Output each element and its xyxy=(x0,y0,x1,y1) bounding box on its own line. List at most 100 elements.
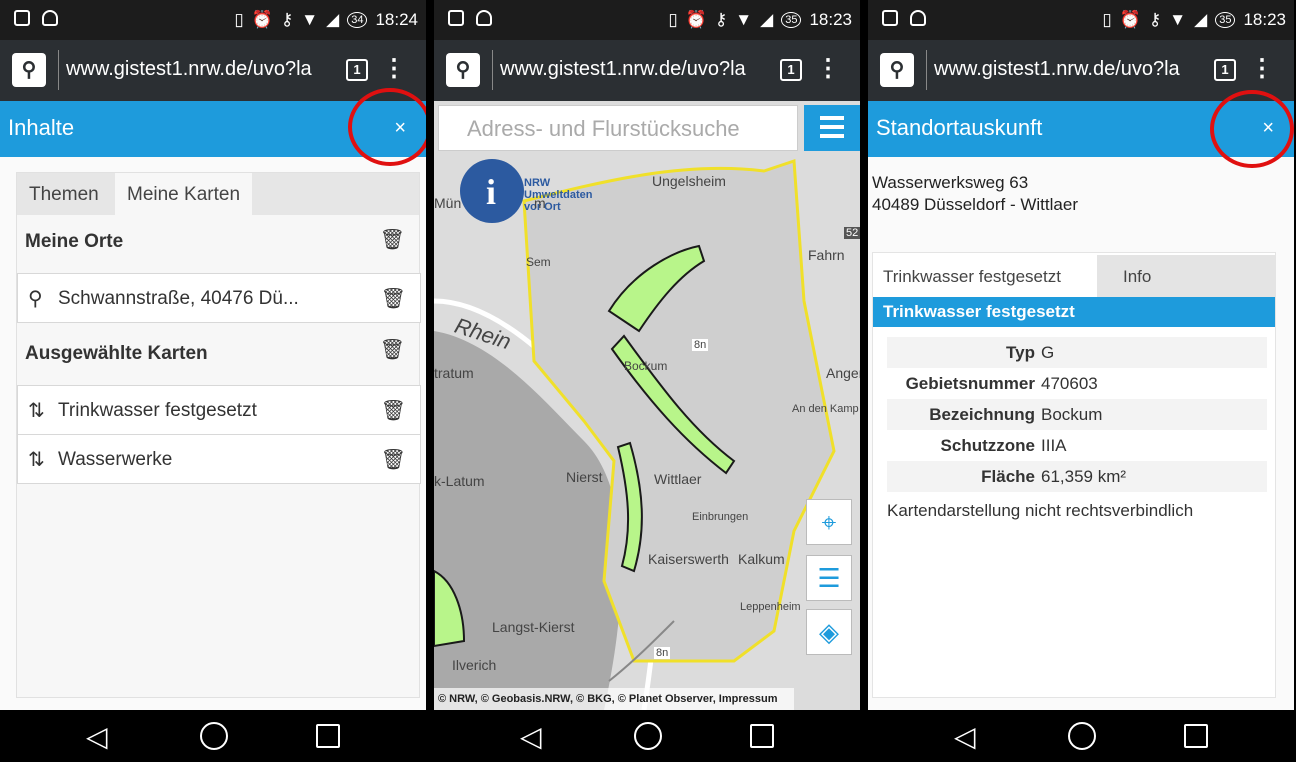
divider xyxy=(926,50,927,90)
recents-icon[interactable] xyxy=(1184,724,1208,748)
back-icon[interactable]: ◁ xyxy=(520,720,542,753)
home-icon[interactable] xyxy=(200,722,228,750)
map-attribution[interactable]: © NRW, © Geobasis.NRW, © BKG, © Planet O… xyxy=(434,688,794,710)
image-notification-icon xyxy=(14,10,30,26)
attr-key: Bezeichnung xyxy=(929,405,1035,424)
site-pin-icon[interactable]: ⚲ xyxy=(880,53,914,87)
tab-meine-karten[interactable]: Meine Karten xyxy=(115,173,253,215)
attr-value: Bockum xyxy=(1041,405,1103,424)
table-row: Schutzzone IIIA xyxy=(887,430,1267,461)
back-icon[interactable]: ◁ xyxy=(954,720,976,753)
overflow-menu-icon[interactable]: ⋮ xyxy=(382,54,406,83)
back-icon[interactable]: ◁ xyxy=(86,720,108,753)
list-item[interactable]: ⇅ Trinkwasser festgesetzt 🗑 xyxy=(17,385,421,435)
attr-key: Typ xyxy=(1006,343,1035,362)
browser-toolbar: ⚲ www.gistest1.nrw.de/uvo?la 1 ⋮ xyxy=(0,40,426,101)
road-label: 52 xyxy=(844,227,860,239)
tab-switcher-button[interactable]: 1 xyxy=(780,59,802,81)
divider xyxy=(58,50,59,90)
tab-themen[interactable]: Themen xyxy=(17,173,111,215)
divider xyxy=(492,50,493,90)
overflow-menu-icon[interactable]: ⋮ xyxy=(1250,54,1274,83)
battery-level: 35 xyxy=(781,12,802,28)
tab-info[interactable]: Info xyxy=(1111,255,1163,297)
place-label: k-Latum xyxy=(434,473,485,489)
info-panel: Trinkwasser festgesetzt Info Trinkwasser… xyxy=(872,252,1276,698)
address-search-input[interactable]: Adress- und Flurstücksuche xyxy=(438,105,798,151)
recents-icon[interactable] xyxy=(750,724,774,748)
android-nav-bar: ◁ xyxy=(434,710,860,762)
attr-key: Fläche xyxy=(981,467,1035,486)
site-pin-icon[interactable]: ⚲ xyxy=(12,53,46,87)
place-label: Angermund xyxy=(826,365,860,381)
road-label: 8n xyxy=(692,339,709,351)
panel-title: Inhalte xyxy=(8,115,75,140)
list-item[interactable]: ⇅ Wasserwerke 🗑 xyxy=(17,434,421,484)
info-icon: i xyxy=(486,172,496,212)
browser-toolbar: ⚲ www.gistest1.nrw.de/uvo?la 1 ⋮ xyxy=(434,40,860,101)
overflow-menu-icon[interactable]: ⋮ xyxy=(816,54,840,83)
clock: 18:24 xyxy=(375,10,418,29)
url-field[interactable]: www.gistest1.nrw.de/uvo?la xyxy=(934,58,1204,81)
key-icon: ⚷ xyxy=(714,10,728,29)
map-layer-label: Wasserwerke xyxy=(58,449,173,470)
image-notification-icon xyxy=(882,10,898,26)
place-label: Sem xyxy=(526,255,551,269)
reorder-arrows-icon[interactable]: ⇅ xyxy=(28,398,45,423)
recents-icon[interactable] xyxy=(316,724,340,748)
table-row: Typ G xyxy=(887,337,1267,368)
screen-map: ▯ ⏰ ⚷ ▼ ◢ 35 18:23 ⚲ www.gistest1.nrw.de/uvo?l… xyxy=(434,0,860,762)
url-field[interactable]: www.gistest1.nrw.de/uvo?la xyxy=(500,58,770,81)
wifi-icon: ▼ xyxy=(1169,10,1187,29)
content-panel: Themen Meine Karten Meine Orte 🗑 ⚲ Schwa… xyxy=(16,172,421,698)
map-layer-label: Trinkwasser festgesetzt xyxy=(58,400,257,421)
reorder-arrows-icon[interactable]: ⇅ xyxy=(28,447,45,472)
trash-icon[interactable]: 🗑 xyxy=(380,337,405,362)
home-icon[interactable] xyxy=(634,722,662,750)
place-label: Fahrn xyxy=(808,247,845,263)
wifi-icon: ▼ xyxy=(735,10,753,29)
list-icon[interactable]: ☰ xyxy=(806,555,852,601)
table-row: Bezeichnung Bockum xyxy=(887,399,1267,430)
place-label: An den Kamp xyxy=(792,403,859,415)
attr-value: G xyxy=(1041,343,1055,362)
address-street: Wasserwerksweg 63 xyxy=(872,173,1029,192)
place-label: Schwannstraße, 40476 Dü... xyxy=(58,288,299,309)
disclaimer-note: Kartendarstellung nicht rechtsverbindlic… xyxy=(887,501,1194,520)
home-icon[interactable] xyxy=(1068,722,1096,750)
clock: 18:23 xyxy=(1243,10,1286,29)
trash-icon[interactable]: 🗑 xyxy=(380,227,405,252)
shield-notification-icon xyxy=(476,10,492,26)
layers-icon[interactable]: ◈ xyxy=(806,609,852,655)
table-row: Fläche 61,359 km² xyxy=(887,461,1267,492)
key-icon: ⚷ xyxy=(280,10,294,29)
android-nav-bar: ◁ xyxy=(868,710,1294,762)
list-item[interactable]: ⚲ Schwannstraße, 40476 Dü... 🗑 xyxy=(17,273,421,323)
tab-switcher-button[interactable]: 1 xyxy=(1214,59,1236,81)
attr-value: 470603 xyxy=(1041,374,1098,393)
trash-icon[interactable]: 🗑 xyxy=(381,447,406,472)
place-label: Ungelsheim xyxy=(652,173,726,189)
panel-title: Standortauskunft xyxy=(876,115,1043,140)
place-label: tratum xyxy=(434,365,474,381)
url-field[interactable]: www.gistest1.nrw.de/uvo?la xyxy=(66,58,336,81)
locate-me-icon[interactable]: ⌖ xyxy=(806,499,852,545)
battery-level: 35 xyxy=(1215,12,1236,28)
site-pin-icon[interactable]: ⚲ xyxy=(446,53,480,87)
trash-icon[interactable]: 🗑 xyxy=(381,398,406,423)
trash-icon[interactable]: 🗑 xyxy=(381,286,406,311)
vibrate-icon: ▯ xyxy=(1102,10,1112,29)
tab-bar: Trinkwasser festgesetzt Info xyxy=(873,255,1275,297)
attr-value: IIIA xyxy=(1041,436,1067,455)
signal-icon: ◢ xyxy=(326,10,340,29)
attr-value: 61,359 km² xyxy=(1041,467,1127,486)
vibrate-icon: ▯ xyxy=(668,10,678,29)
highlight-circle xyxy=(348,88,426,166)
place-label: Langst-Kierst xyxy=(492,619,575,635)
attr-key: Gebietsnummer xyxy=(905,374,1035,393)
menu-hamburger-icon[interactable] xyxy=(804,105,860,151)
map-canvas[interactable]: i NRW Umweltdaten vor Ort Ungelsheim Rhe… xyxy=(434,101,860,710)
place-label: Bockum xyxy=(624,359,668,373)
tab-switcher-button[interactable]: 1 xyxy=(346,59,368,81)
tab-trinkwasser[interactable]: Trinkwasser festgesetzt xyxy=(873,255,1097,297)
